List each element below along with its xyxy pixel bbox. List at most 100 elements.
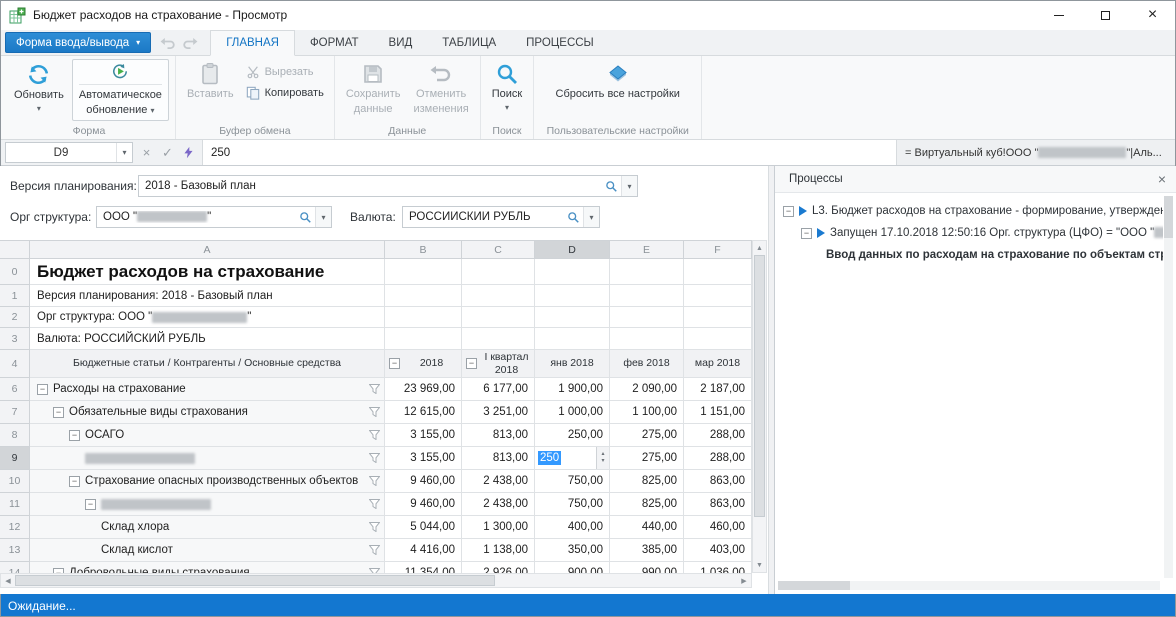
grid-cell[interactable]: [535, 285, 610, 307]
scroll-right-icon[interactable]: ▶: [737, 574, 751, 588]
column-header-f[interactable]: F: [684, 241, 752, 259]
month-header[interactable]: янв 2018: [535, 350, 610, 378]
collapse-icon[interactable]: −: [69, 430, 80, 441]
grid-cell[interactable]: 440,00: [610, 516, 684, 539]
grid-cell[interactable]: 825,00: [610, 493, 684, 516]
row-number[interactable]: 14: [0, 562, 30, 573]
grid-cell[interactable]: [385, 259, 462, 285]
grid-cell[interactable]: 350,00: [535, 539, 610, 562]
grid-cell[interactable]: [684, 307, 752, 328]
grid-cell[interactable]: 403,00: [684, 539, 752, 562]
info-cell[interactable]: Валюта: РОССИЙСКИЙ РУБЛЬ: [30, 328, 385, 350]
grid-cell[interactable]: 288,00: [684, 424, 752, 447]
row-number[interactable]: 6: [0, 378, 30, 401]
cell-reference-box[interactable]: D9 ▾: [5, 142, 133, 163]
form-io-menu-button[interactable]: Форма ввода/вывода ▾: [5, 32, 151, 53]
grid-cell[interactable]: [535, 307, 610, 328]
grid-cell[interactable]: 1 300,00: [462, 516, 535, 539]
tab-vid[interactable]: ВИД: [374, 30, 428, 55]
sheet-title[interactable]: Бюджет расходов на страхование: [30, 259, 385, 285]
redo-button[interactable]: [180, 33, 200, 53]
filter-icon[interactable]: [369, 499, 380, 509]
column-header-a[interactable]: A: [30, 241, 385, 259]
grid-cell[interactable]: [462, 259, 535, 285]
scrollbar-thumb[interactable]: [778, 581, 850, 590]
grid-cell[interactable]: 9 460,00: [385, 470, 462, 493]
grid-cell[interactable]: 1 151,00: [684, 401, 752, 424]
grid-cell[interactable]: [462, 285, 535, 307]
grid-cell[interactable]: 288,00: [684, 447, 752, 470]
editing-cell[interactable]: 250 ▴▾: [535, 447, 610, 470]
grid-cell[interactable]: [462, 328, 535, 350]
collapse-icon[interactable]: −: [389, 358, 400, 369]
version-combo[interactable]: 2018 - Базовый план ▾: [138, 175, 638, 197]
row-number[interactable]: 9: [0, 447, 30, 470]
grid-cell[interactable]: 2 090,00: [610, 378, 684, 401]
grid-cell[interactable]: 11 354,00: [385, 562, 462, 573]
grid-cell[interactable]: 400,00: [535, 516, 610, 539]
grid-cell[interactable]: [385, 328, 462, 350]
grid-cell[interactable]: [385, 285, 462, 307]
filter-icon[interactable]: [369, 522, 380, 532]
grid-cell[interactable]: 4 416,00: [385, 539, 462, 562]
vertical-scrollbar[interactable]: [1164, 196, 1173, 578]
chevron-down-icon[interactable]: ▾: [583, 207, 599, 227]
grid-cell[interactable]: [684, 285, 752, 307]
grid-cell[interactable]: 3 251,00: [462, 401, 535, 424]
grid-cell[interactable]: 1 036,00: [684, 562, 752, 573]
org-structure-combo[interactable]: ООО "" ▾: [96, 206, 332, 228]
scrollbar-thumb[interactable]: [15, 575, 495, 586]
quarter-header[interactable]: − I квартал 2018: [462, 350, 535, 378]
undo-button[interactable]: [157, 33, 177, 53]
cancel-entry-button[interactable]: ×: [136, 142, 157, 163]
vertical-scrollbar[interactable]: ▲ ▼: [752, 240, 767, 573]
column-header-e[interactable]: E: [610, 241, 684, 259]
minimize-button[interactable]: [1035, 0, 1082, 30]
search-button[interactable]: Поиск ▾: [487, 59, 527, 121]
grid-cell[interactable]: 750,00: [535, 470, 610, 493]
grid-cell[interactable]: 2 438,00: [462, 493, 535, 516]
collapse-icon[interactable]: −: [783, 206, 794, 217]
search-icon[interactable]: [295, 211, 315, 223]
info-cell[interactable]: Версия планирования: 2018 - Базовый план: [30, 285, 385, 307]
process-tree-item[interactable]: Ввод данных по расходам на страхование п…: [775, 244, 1163, 266]
row-number[interactable]: 12: [0, 516, 30, 539]
confirm-entry-button[interactable]: ✓: [157, 142, 178, 163]
hierarchy-header[interactable]: Бюджетные статьи / Контрагенты / Основны…: [30, 350, 385, 378]
grid-cell[interactable]: 863,00: [684, 470, 752, 493]
month-header[interactable]: мар 2018: [684, 350, 752, 378]
process-tree-item[interactable]: − Запущен 17.10.2018 12:50:16 Орг. струк…: [775, 222, 1163, 244]
column-header-c[interactable]: C: [462, 241, 535, 259]
grid-cell[interactable]: 5 044,00: [385, 516, 462, 539]
pane-splitter[interactable]: [768, 166, 775, 594]
grid-cell[interactable]: [610, 285, 684, 307]
grid-cell[interactable]: 1 138,00: [462, 539, 535, 562]
row-number[interactable]: 8: [0, 424, 30, 447]
year-header[interactable]: − 2018: [385, 350, 462, 378]
grid-cell[interactable]: [462, 307, 535, 328]
grid-cell[interactable]: 900,00: [535, 562, 610, 573]
reset-settings-button[interactable]: Сбросить все настройки: [551, 59, 685, 121]
grid-cell[interactable]: [535, 259, 610, 285]
grid-cell[interactable]: [385, 307, 462, 328]
grid-cell[interactable]: 385,00: [610, 539, 684, 562]
filter-icon[interactable]: [369, 407, 380, 417]
tab-glavnaya[interactable]: ГЛАВНАЯ: [210, 30, 295, 56]
scroll-up-icon[interactable]: ▲: [753, 241, 766, 255]
filter-icon[interactable]: [369, 453, 380, 463]
row-label-cell[interactable]: Склад хлора: [30, 516, 385, 539]
column-header-d[interactable]: D: [535, 241, 610, 259]
row-number[interactable]: 1: [0, 285, 30, 307]
collapse-icon[interactable]: −: [85, 499, 96, 510]
maximize-button[interactable]: [1082, 0, 1129, 30]
grid-cell[interactable]: 2 438,00: [462, 470, 535, 493]
row-number[interactable]: 2: [0, 307, 30, 328]
row-number[interactable]: 4: [0, 350, 30, 378]
grid-cell[interactable]: 23 969,00: [385, 378, 462, 401]
grid-cell[interactable]: 275,00: [610, 447, 684, 470]
row-label-cell[interactable]: − ОСАГО: [30, 424, 385, 447]
grid-cell[interactable]: 3 155,00: [385, 447, 462, 470]
grid-cell[interactable]: [535, 328, 610, 350]
info-cell[interactable]: Орг структура: ООО "": [30, 307, 385, 328]
paste-button[interactable]: Вставить: [182, 59, 239, 121]
